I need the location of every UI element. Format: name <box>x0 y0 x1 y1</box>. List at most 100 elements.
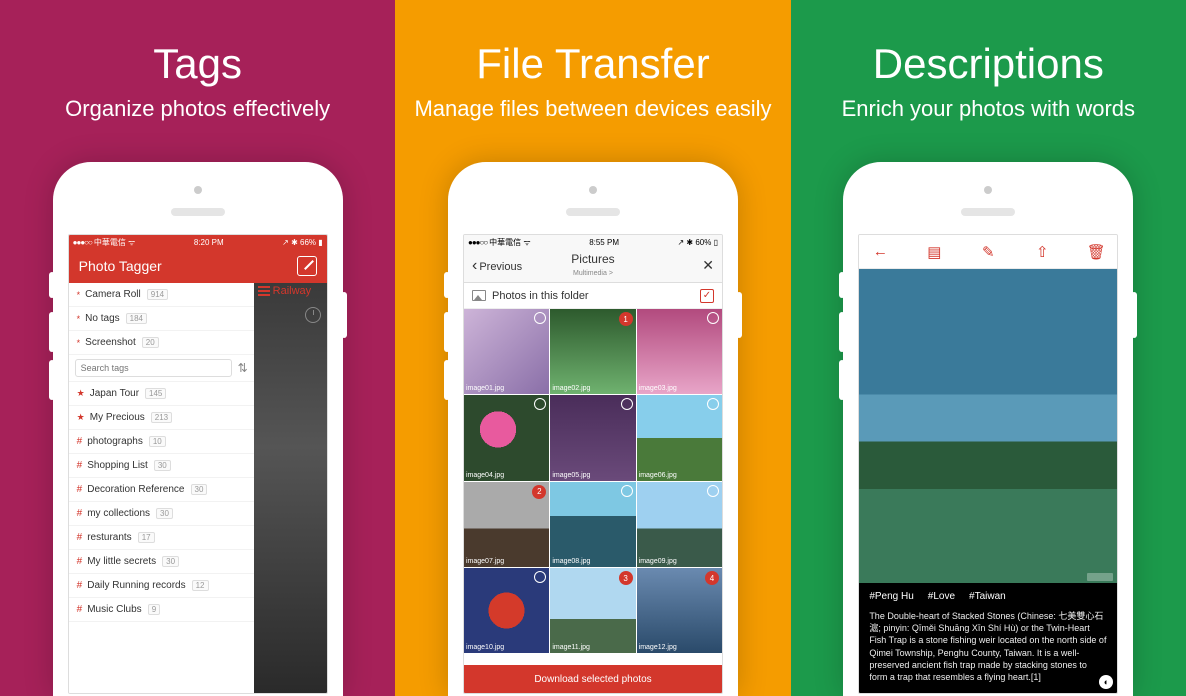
thumbnail[interactable]: image08.jpg <box>550 482 635 567</box>
selection-circle[interactable] <box>534 312 546 324</box>
tag-label: resturants <box>87 532 131 543</box>
thumbnail[interactable]: image03.jpg <box>637 309 722 394</box>
tag-label: my collections <box>87 508 150 519</box>
tag-count: 914 <box>147 289 168 300</box>
tag-count: 213 <box>151 412 172 423</box>
photo-view <box>859 269 1117 583</box>
tag-label: Daily Running records <box>87 580 185 591</box>
tag-count: 20 <box>142 337 159 348</box>
photos-icon <box>472 290 486 301</box>
thumbnail[interactable]: 3 image11.jpg <box>550 568 635 653</box>
toolbar: ← ▤ ✎ ⇧ 🗑 <box>859 235 1117 269</box>
image-filename: image05.jpg <box>552 472 590 479</box>
photo-description: The Double-heart of Stacked Stones (Chin… <box>859 606 1117 693</box>
tag-label: Decoration Reference <box>87 484 184 495</box>
selection-circle[interactable] <box>534 398 546 410</box>
tag-count: 30 <box>191 484 208 495</box>
thumbnail[interactable]: 2 image07.jpg <box>464 482 549 567</box>
selection-circle[interactable] <box>621 398 633 410</box>
selection-circle[interactable] <box>621 485 633 497</box>
tag-row[interactable]: *Camera Roll914 <box>69 283 254 307</box>
panel-tags: Tags Organize photos effectively 中華電信 ᯤ … <box>0 0 395 696</box>
tag-row[interactable]: #photographs10 <box>69 430 254 454</box>
tag-label: My Precious <box>90 412 145 423</box>
tag-label: Music Clubs <box>87 604 141 615</box>
image-filename: image11.jpg <box>552 644 590 651</box>
thumbnail[interactable]: image01.jpg <box>464 309 549 394</box>
menu-icon[interactable] <box>258 286 270 296</box>
selection-circle[interactable] <box>707 398 719 410</box>
photo-tag[interactable]: #Peng Hu <box>869 591 913 602</box>
download-button[interactable]: Download selected photos <box>464 665 722 693</box>
selection-circle[interactable] <box>707 485 719 497</box>
selection-circle[interactable] <box>534 571 546 583</box>
nav-bar: Photo Tagger <box>69 249 327 283</box>
tag-count: 9 <box>148 604 160 615</box>
image-filename: image09.jpg <box>639 558 677 565</box>
photo-preview: Railway <box>254 283 327 693</box>
status-bar: 中華電信 ᯤ 8:20 PM ↗ ✱ 66% ▮ <box>69 235 327 249</box>
compose-icon[interactable] <box>297 256 317 276</box>
thumbnail[interactable]: image10.jpg <box>464 568 549 653</box>
edit-icon[interactable]: ✎ <box>975 243 1001 261</box>
panel-transfer: File Transfer Manage files between devic… <box>395 0 790 696</box>
thumbnail[interactable]: image09.jpg <box>637 482 722 567</box>
tag-row[interactable]: #My little secrets30 <box>69 550 254 574</box>
share-icon[interactable]: ⇧ <box>1029 243 1055 261</box>
folder-label: Photos in this folder <box>492 290 589 302</box>
phone-mockup: 中華電信 ᯤ 8:55 PM ↗ ✱ 60% ▯ ‹Previous Pictu… <box>448 162 738 696</box>
back-icon[interactable]: ← <box>867 243 893 260</box>
image-filename: image07.jpg <box>466 558 504 565</box>
back-button[interactable]: ‹Previous <box>472 257 522 275</box>
selection-circle[interactable] <box>707 312 719 324</box>
tag-count: 30 <box>162 556 179 567</box>
photo-tag[interactable]: #Taiwan <box>969 591 1006 602</box>
tag-count: 30 <box>156 508 173 519</box>
panel-title: Tags <box>153 40 242 88</box>
tag-row[interactable]: ★Japan Tour145 <box>69 382 254 406</box>
search-input[interactable] <box>75 359 232 377</box>
tag-row[interactable]: *No tags184 <box>69 307 254 331</box>
tag-count: 10 <box>149 436 166 447</box>
status-time: 8:20 PM <box>194 238 224 247</box>
tag-row[interactable]: #Shopping List30 <box>69 454 254 478</box>
trash-icon[interactable]: 🗑 <box>1083 243 1109 261</box>
thumbnail[interactable]: image06.jpg <box>637 395 722 480</box>
nav-bar: ‹Previous PicturesMultimedia > ✕ <box>464 249 722 283</box>
tag-row[interactable]: #resturants17 <box>69 526 254 550</box>
panel-subtitle: Enrich your photos with words <box>842 96 1135 122</box>
thumbnail-grid: image01.jpg1image02.jpg image03.jpg image0… <box>464 309 722 653</box>
thumbnail[interactable]: 1image02.jpg <box>550 309 635 394</box>
tag-row[interactable]: #my collections30 <box>69 502 254 526</box>
image-filename: image03.jpg <box>639 385 677 392</box>
tag-label: My little secrets <box>87 556 156 567</box>
tag-row[interactable]: ★My Precious213 <box>69 406 254 430</box>
tag-count: 12 <box>192 580 209 591</box>
folder-bar: Photos in this folder ✓ <box>464 283 722 309</box>
sort-icon[interactable]: ⇅ <box>238 361 248 375</box>
tag-row[interactable]: #Decoration Reference30 <box>69 478 254 502</box>
tag-count: 145 <box>145 388 166 399</box>
select-all-button[interactable]: ✓ <box>700 289 714 303</box>
panel-subtitle: Organize photos effectively <box>65 96 330 122</box>
selection-number: 2 <box>532 485 546 499</box>
status-time: 8:55 PM <box>589 238 619 247</box>
image-filename: image02.jpg <box>552 385 590 392</box>
tag-count: 17 <box>138 532 155 543</box>
tag-row[interactable]: #Daily Running records12 <box>69 574 254 598</box>
tag-row[interactable]: #Music Clubs9 <box>69 598 254 622</box>
thumbnail[interactable]: 4image12.jpg <box>637 568 722 653</box>
thumbnail[interactable]: image05.jpg <box>550 395 635 480</box>
tag-row[interactable]: *Screenshot20 <box>69 331 254 355</box>
layout-icon[interactable]: ▤ <box>921 243 947 261</box>
thumbnail[interactable]: image04.jpg <box>464 395 549 480</box>
close-icon[interactable]: ✕ <box>702 257 714 274</box>
breadcrumb[interactable]: Railway <box>273 285 312 297</box>
selection-number: 3 <box>619 571 633 585</box>
image-filename: image06.jpg <box>639 472 677 479</box>
history-icon[interactable] <box>305 307 321 323</box>
tag-label: Camera Roll <box>85 289 141 300</box>
tag-label: Shopping List <box>87 460 148 471</box>
panel-title: File Transfer <box>476 40 709 88</box>
photo-tag[interactable]: #Love <box>928 591 955 602</box>
